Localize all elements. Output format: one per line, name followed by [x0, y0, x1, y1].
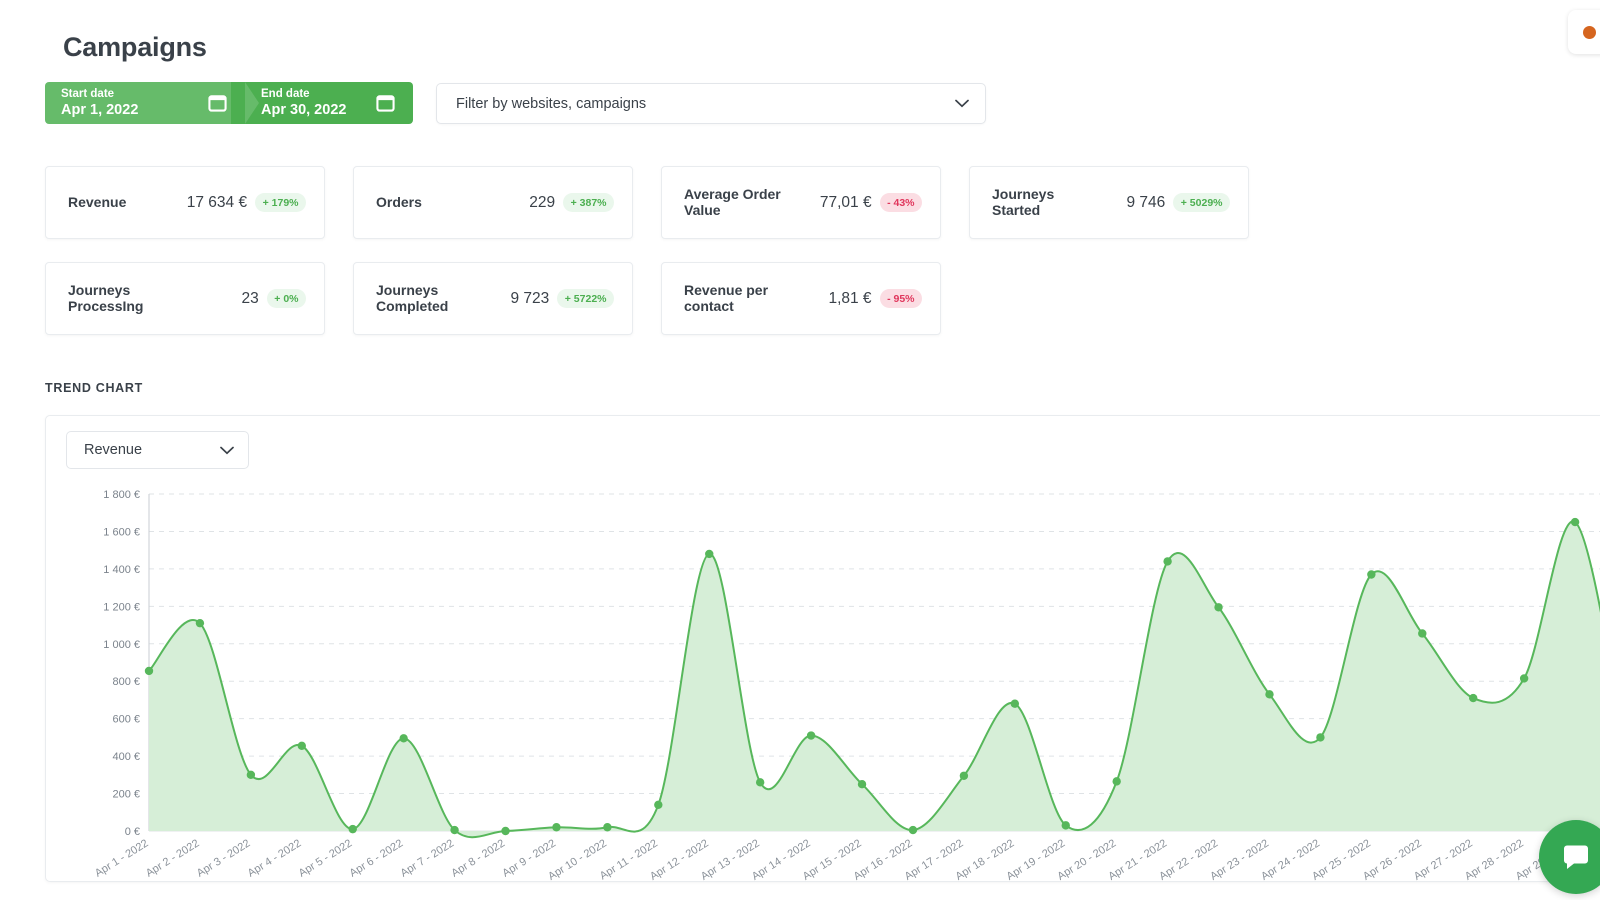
svg-text:1 600 €: 1 600 € — [103, 526, 140, 538]
trend-chart-section-label: TREND CHART — [45, 381, 143, 395]
kpi-delta-badge: + 179% — [255, 193, 306, 212]
svg-text:1 400 €: 1 400 € — [103, 564, 140, 576]
kpi-title: Revenue per contact — [684, 283, 828, 314]
svg-text:1 000 €: 1 000 € — [103, 639, 140, 651]
kpi-delta-badge: + 5029% — [1173, 193, 1230, 212]
chevron-down-icon — [955, 99, 969, 108]
kpi-delta-badge: - 43% — [880, 193, 922, 212]
end-date-value: Apr 30, 2022 — [261, 101, 346, 119]
svg-text:Apr 4 - 2022: Apr 4 - 2022 — [246, 837, 304, 879]
svg-text:Apr 6 - 2022: Apr 6 - 2022 — [348, 837, 406, 879]
svg-text:Apr 8 - 2022: Apr 8 - 2022 — [449, 837, 507, 879]
svg-text:Apr 7 - 2022: Apr 7 - 2022 — [398, 837, 456, 879]
kpi-card-journeys-started[interactable]: Journeys Started 9 746 + 5029% — [969, 166, 1249, 239]
svg-text:Apr 2 - 2022: Apr 2 - 2022 — [144, 837, 202, 879]
kpi-title: Journeys Completed — [376, 283, 510, 314]
chat-widget-button[interactable] — [1539, 820, 1600, 894]
kpi-value: 9 746 — [1126, 194, 1165, 212]
svg-text:800 €: 800 € — [112, 676, 140, 688]
chevron-down-icon — [220, 446, 234, 455]
page-title: Campaigns — [63, 32, 207, 63]
kpi-delta-badge: + 0% — [267, 289, 306, 308]
kpi-card-revenue-per-contact[interactable]: Revenue per contact 1,81 € - 95% — [661, 262, 941, 335]
notification-chip[interactable] — [1568, 10, 1600, 54]
kpi-delta-badge: + 387% — [563, 193, 614, 212]
svg-text:1 200 €: 1 200 € — [103, 601, 140, 613]
svg-text:400 €: 400 € — [112, 751, 140, 763]
svg-text:Apr 3 - 2022: Apr 3 - 2022 — [195, 837, 253, 879]
kpi-card-journeys-completed[interactable]: Journeys Completed 9 723 + 5722% — [353, 262, 633, 335]
kpi-card-journeys-processing[interactable]: Journeys ProcessIng 23 + 0% — [45, 262, 325, 335]
start-date-segment[interactable]: Start date Apr 1, 2022 — [45, 82, 245, 124]
filter-placeholder: Filter by websites, campaigns — [456, 96, 955, 112]
metric-selected-value: Revenue — [84, 442, 220, 458]
start-date-label: Start date — [61, 87, 138, 101]
kpi-title: Journeys ProcessIng — [68, 283, 242, 314]
svg-text:Apr 5 - 2022: Apr 5 - 2022 — [297, 837, 355, 879]
kpi-title: Average Order Value — [684, 187, 820, 218]
notification-chip-icon — [1583, 26, 1596, 39]
trend-area-chart[interactable]: 0 € 200 € 400 € 600 € 800 € 1 000 € 1 200 € 1 4… — [46, 476, 1600, 882]
calendar-icon — [376, 93, 395, 112]
svg-text:Apr 1 - 2022: Apr 1 - 2022 — [93, 837, 151, 879]
kpi-delta-badge: - 95% — [880, 289, 922, 308]
kpi-value: 1,81 € — [828, 290, 871, 308]
kpi-value: 23 — [242, 290, 259, 308]
campaigns-dashboard: Campaigns Start date Apr 1, 2022 End dat… — [0, 0, 1600, 900]
end-date-label: End date — [261, 87, 346, 101]
kpi-value: 229 — [529, 194, 555, 212]
kpi-card-revenue[interactable]: Revenue 17 634 € + 179% — [45, 166, 325, 239]
svg-text:200 €: 200 € — [112, 789, 140, 801]
kpi-value: 9 723 — [510, 290, 549, 308]
svg-text:1 800 €: 1 800 € — [103, 489, 140, 501]
date-range-picker[interactable]: Start date Apr 1, 2022 End date Apr 30, … — [45, 82, 427, 124]
start-date-value: Apr 1, 2022 — [61, 101, 138, 119]
svg-text:0 €: 0 € — [125, 826, 140, 838]
kpi-card-orders[interactable]: Orders 229 + 387% — [353, 166, 633, 239]
kpi-value: 77,01 € — [820, 194, 872, 212]
trend-chart-card: Revenue 0 € 200 € 400 € 600 € 800 € 1 000 € 1 … — [45, 415, 1600, 882]
filter-dropdown[interactable]: Filter by websites, campaigns — [436, 83, 986, 124]
metric-dropdown[interactable]: Revenue — [66, 431, 249, 469]
kpi-card-average-order-value[interactable]: Average Order Value 77,01 € - 43% — [661, 166, 941, 239]
chat-bubble-icon — [1559, 840, 1593, 874]
calendar-icon — [208, 93, 227, 112]
kpi-title: Revenue — [68, 195, 187, 211]
svg-text:600 €: 600 € — [112, 714, 140, 726]
kpi-title: Journeys Started — [992, 187, 1126, 218]
kpi-delta-badge: + 5722% — [557, 289, 614, 308]
kpi-title: Orders — [376, 195, 529, 211]
kpi-value: 17 634 € — [187, 194, 247, 212]
